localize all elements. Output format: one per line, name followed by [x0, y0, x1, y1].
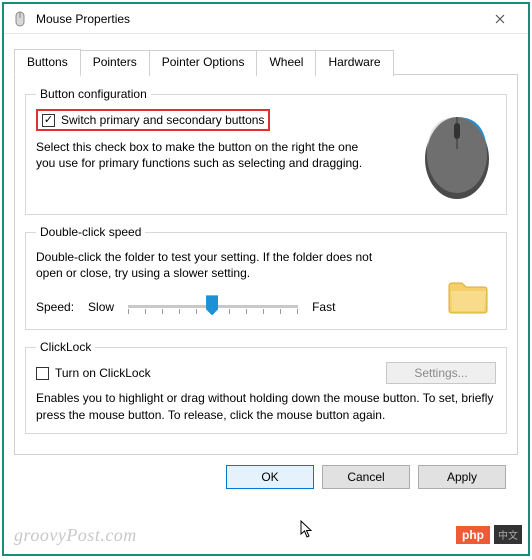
tab-strip: Buttons Pointers Pointer Options Wheel H… — [14, 48, 518, 75]
php-badge-label: php — [456, 526, 490, 544]
highlight-box: Switch primary and secondary buttons — [36, 109, 270, 131]
window-frame: Mouse Properties Buttons Pointers Pointe… — [2, 2, 530, 556]
mouse-image-icon — [418, 109, 496, 201]
cancel-button[interactable]: Cancel — [322, 465, 410, 489]
folder-icon — [446, 276, 490, 316]
group-button-config-legend: Button configuration — [36, 87, 151, 101]
titlebar[interactable]: Mouse Properties — [4, 4, 528, 34]
button-config-desc: Select this check box to make the button… — [36, 139, 366, 171]
speed-slider[interactable] — [128, 295, 298, 319]
mouse-preview — [410, 109, 496, 204]
fast-label: Fast — [312, 300, 335, 314]
tab-wheel[interactable]: Wheel — [256, 50, 316, 76]
mouse-icon — [12, 11, 28, 27]
group-double-click: Double-click speed Double-click the fold… — [25, 225, 507, 330]
ok-button[interactable]: OK — [226, 465, 314, 489]
close-button[interactable] — [480, 5, 520, 33]
watermark-text: groovyPost.com — [14, 525, 137, 546]
checkbox-clicklock-label[interactable]: Turn on ClickLock — [55, 366, 151, 380]
checkbox-switch-buttons-label[interactable]: Switch primary and secondary buttons — [61, 113, 264, 127]
window-title: Mouse Properties — [36, 12, 480, 26]
cn-badge-label: 中文 — [494, 525, 522, 544]
dialog-body: Buttons Pointers Pointer Options Wheel H… — [4, 34, 528, 489]
checkbox-switch-buttons[interactable] — [42, 114, 55, 127]
clicklock-desc: Enables you to highlight or drag without… — [36, 390, 496, 422]
slow-label: Slow — [88, 300, 114, 314]
clicklock-settings-button: Settings... — [386, 362, 496, 384]
group-double-click-legend: Double-click speed — [36, 225, 145, 239]
tab-hardware[interactable]: Hardware — [315, 50, 393, 76]
double-click-desc: Double-click the folder to test your set… — [36, 249, 386, 281]
tab-pointer-options[interactable]: Pointer Options — [149, 50, 258, 76]
speed-label: Speed: — [36, 300, 74, 314]
tab-buttons[interactable]: Buttons — [14, 49, 81, 75]
group-button-config: Button configuration Switch primary and … — [25, 87, 507, 215]
close-icon — [495, 14, 505, 24]
group-clicklock: ClickLock Turn on ClickLock Settings... … — [25, 340, 507, 433]
dialog-button-row: OK Cancel Apply — [14, 455, 518, 489]
php-badge: php 中文 — [456, 525, 522, 544]
tab-pane-buttons: Button configuration Switch primary and … — [14, 75, 518, 455]
apply-button[interactable]: Apply — [418, 465, 506, 489]
tab-pointers[interactable]: Pointers — [80, 50, 150, 76]
group-clicklock-legend: ClickLock — [36, 340, 95, 354]
checkbox-clicklock[interactable] — [36, 367, 49, 380]
folder-test-target[interactable] — [446, 276, 496, 319]
